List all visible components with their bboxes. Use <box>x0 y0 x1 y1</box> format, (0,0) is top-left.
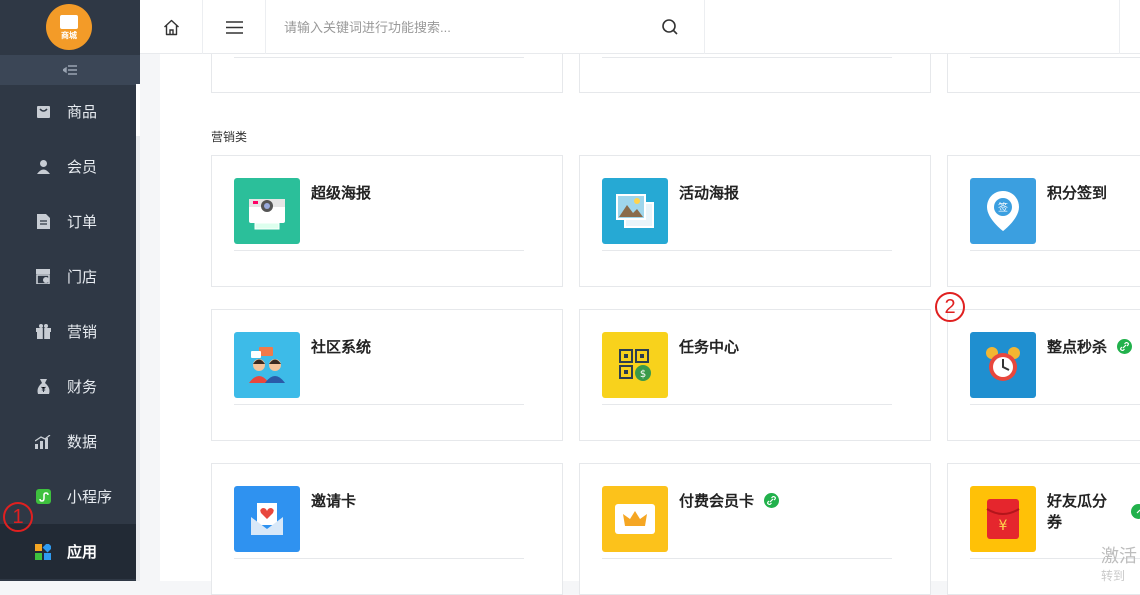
sidebar-item-label: 小程序 <box>67 489 113 506</box>
sidebar-item-data[interactable]: 数据 <box>0 414 136 469</box>
app-card-invite-card[interactable]: 邀请卡 <box>211 463 563 595</box>
home-icon <box>163 19 179 35</box>
svg-text:$: $ <box>640 369 646 380</box>
sidebar-item-finance[interactable]: 财务 <box>0 359 136 414</box>
topbar-divider <box>1119 0 1120 54</box>
search-box <box>266 0 705 54</box>
top-bar <box>140 0 1140 54</box>
hamburger-icon <box>225 20 243 34</box>
picture-frames-icon <box>602 178 668 244</box>
gift-icon <box>35 324 51 340</box>
sidebar-item-label: 商品 <box>67 104 98 121</box>
sidebar-collapse-button[interactable] <box>0 55 140 85</box>
card-partial[interactable] <box>579 54 931 93</box>
sidebar-item-label: 应用 <box>67 544 98 561</box>
sidebar-item-orders[interactable]: 订单 <box>0 194 136 249</box>
store-icon <box>35 269 51 285</box>
app-card-title: 整点秒杀 <box>1047 336 1133 357</box>
svg-text:签: 签 <box>998 201 1008 214</box>
link-icon[interactable] <box>1131 503 1140 519</box>
collapse-icon <box>61 65 77 75</box>
sidebar-item-goods[interactable]: 商品 <box>0 84 136 139</box>
sign-pin-icon: 签 <box>970 178 1036 244</box>
activation-watermark: 激活 <box>1101 546 1137 566</box>
section-title: 营销类 <box>211 130 248 144</box>
home-button[interactable] <box>140 0 203 54</box>
app-card-title: 付费会员卡 <box>679 490 780 511</box>
search-icon[interactable] <box>661 18 679 36</box>
app-card-title: 活动海报 <box>679 185 740 202</box>
bag-icon <box>35 104 51 120</box>
app-card-super-poster[interactable]: 超级海报 <box>211 155 563 287</box>
sidebar-scrollbar-thumb[interactable] <box>136 84 140 136</box>
app-card-paid-membership[interactable]: 付费会员卡 <box>579 463 931 595</box>
app-card-community[interactable]: 社区系统 <box>211 309 563 441</box>
activation-watermark-sub: 转到 <box>1101 569 1126 583</box>
sidebar-item-apps[interactable]: 应用 <box>0 524 136 579</box>
logo-text: 商城 <box>61 31 77 40</box>
user-icon <box>35 159 51 175</box>
app-card-title: 社区系统 <box>311 339 372 356</box>
community-people-icon <box>234 332 300 398</box>
app-card-event-poster[interactable]: 活动海报 <box>579 155 931 287</box>
sidebar-scrollbar[interactable] <box>136 84 140 581</box>
sidebar-item-members[interactable]: 会员 <box>0 139 136 194</box>
link-icon[interactable] <box>764 493 780 508</box>
app-card-points-signin[interactable]: 签 积分签到 <box>947 155 1140 287</box>
apps-icon <box>35 543 51 560</box>
card-partial[interactable] <box>211 54 563 93</box>
app-card-flash-sale[interactable]: 整点秒杀 <box>947 309 1140 441</box>
svg-text:¥: ¥ <box>999 518 1008 534</box>
search-input[interactable] <box>284 17 644 37</box>
annotation-mark-1: 1 <box>3 502 33 532</box>
sidebar-item-label: 财务 <box>67 379 98 396</box>
annotation-mark-2: 2 <box>935 292 965 322</box>
alarm-clock-icon <box>970 332 1036 398</box>
miniprogram-icon <box>35 489 51 505</box>
app-card-title: 邀请卡 <box>311 493 357 510</box>
red-envelope-icon: ¥ <box>970 486 1036 552</box>
order-icon <box>35 214 51 230</box>
card-partial[interactable] <box>947 54 1140 93</box>
app-card-task-center[interactable]: $ 任务中心 <box>579 309 931 441</box>
invite-heart-icon <box>234 486 300 552</box>
sidebar-item-marketing[interactable]: 营销 <box>0 304 136 359</box>
app-card-title: 超级海报 <box>311 185 372 202</box>
link-icon[interactable] <box>1117 339 1133 354</box>
app-card-title: 积分签到 <box>1047 185 1108 202</box>
sidebar-item-label: 会员 <box>67 159 98 176</box>
sidebar-item-label: 营销 <box>67 324 98 341</box>
sidebar-item-label: 订单 <box>67 214 98 231</box>
shop-logo[interactable]: 商城 <box>46 4 92 50</box>
camera-poster-icon <box>234 178 300 244</box>
crown-card-icon <box>602 486 668 552</box>
qr-coin-icon: $ <box>602 332 668 398</box>
sidebar-item-label: 门店 <box>67 269 98 286</box>
money-bag-icon <box>35 379 51 395</box>
sidebar-item-label: 数据 <box>67 434 98 451</box>
sidebar: 商城 商品 会员 订单 门店 营销 财务 数据 小程序 应用 <box>0 0 140 581</box>
house-icon <box>60 15 78 29</box>
menu-toggle-button[interactable] <box>203 0 266 54</box>
sidebar-item-stores[interactable]: 门店 <box>0 249 136 304</box>
app-card-title: 任务中心 <box>679 339 740 356</box>
chart-icon <box>35 434 51 450</box>
app-card-title: 好友瓜分券 <box>1047 490 1140 532</box>
